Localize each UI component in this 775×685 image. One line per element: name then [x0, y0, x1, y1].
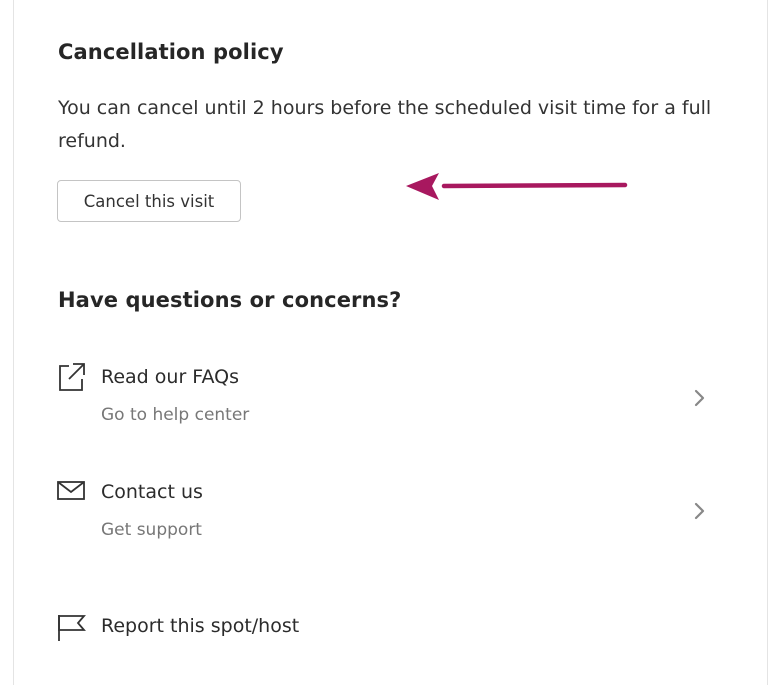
chevron-right-icon [694, 502, 705, 520]
contact-us-subtitle: Get support [101, 520, 202, 540]
external-link-icon [59, 363, 85, 391]
cancellation-policy-title: Cancellation policy [58, 40, 284, 64]
contact-us-label: Contact us [101, 481, 203, 503]
report-spot-link[interactable]: Report this spot/host [54, 610, 714, 650]
faqs-subtitle: Go to help center [101, 405, 250, 425]
flag-icon [58, 615, 86, 641]
chevron-right-icon [694, 389, 705, 407]
report-spot-label: Report this spot/host [101, 615, 300, 637]
faqs-label: Read our FAQs [101, 366, 240, 388]
left-arrow-annotation-icon [406, 173, 628, 200]
contact-us-link[interactable]: Contact us Get support [54, 474, 714, 554]
cancellation-policy-text: You can cancel until 2 hours before the … [58, 97, 712, 152]
details-panel: Cancellation policy You can cancel until… [13, 0, 768, 685]
faqs-link[interactable]: Read our FAQs Go to help center [54, 360, 714, 440]
envelope-icon [57, 481, 85, 500]
questions-title: Have questions or concerns? [58, 288, 402, 312]
cancel-visit-button[interactable]: Cancel this visit [57, 180, 241, 222]
